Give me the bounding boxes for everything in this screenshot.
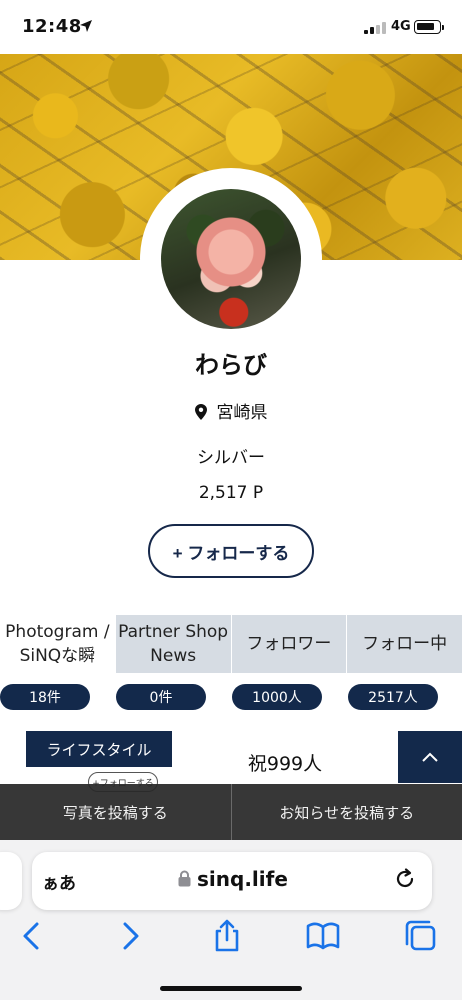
scroll-top-button[interactable]	[398, 731, 462, 783]
back-icon[interactable]	[14, 918, 50, 954]
follow-button[interactable]: + フォローする	[148, 524, 314, 578]
previous-tab-peek[interactable]	[0, 852, 22, 910]
tab-partner-shop-news[interactable]: Partner Shop News	[115, 615, 232, 673]
bookmarks-icon[interactable]	[305, 918, 341, 954]
tab-followers[interactable]: フォロワー	[231, 615, 348, 673]
tab-counts: 18件 0件 1000人 2517人	[0, 684, 462, 710]
home-indicator	[160, 986, 302, 991]
post-category-tag: ライフスタイル	[26, 731, 172, 767]
count-shop-news[interactable]: 0件	[116, 684, 206, 710]
prefecture-label: 宮崎県	[216, 403, 268, 423]
rank-label: シルバー	[197, 448, 265, 468]
count-following[interactable]: 2517人	[348, 684, 438, 710]
post-photo-button[interactable]: 写真を投稿する	[0, 784, 231, 840]
location-arrow-icon	[80, 20, 92, 32]
tabs-icon[interactable]	[403, 918, 439, 954]
forward-icon[interactable]	[112, 918, 148, 954]
share-icon[interactable]	[209, 918, 245, 954]
tab-following[interactable]: フォロー中	[347, 615, 462, 673]
count-followers[interactable]: 1000人	[232, 684, 322, 710]
profile-name: わらび	[195, 351, 267, 379]
tab-photogram[interactable]: Photogram / SiNQな瞬	[0, 615, 116, 673]
text-size-button[interactable]: ぁあ	[42, 869, 76, 894]
post-title[interactable]: 祝999人	[172, 735, 398, 789]
count-posts[interactable]: 18件	[0, 684, 90, 710]
location-row: 宮崎県	[0, 398, 462, 423]
lock-icon	[178, 870, 191, 887]
url-text: sinq.life	[197, 867, 288, 891]
reload-icon[interactable]	[393, 867, 417, 891]
post-news-button[interactable]: お知らせを投稿する	[230, 784, 462, 840]
points-label: 2,517 P	[198, 483, 264, 503]
network-label: 4G	[391, 19, 411, 34]
map-pin-icon	[194, 404, 207, 420]
post-action-bar: 写真を投稿する お知らせを投稿する	[0, 784, 462, 840]
signal-icon	[364, 22, 386, 34]
status-bar: 12:48 4G	[0, 0, 462, 54]
status-time: 12:48	[22, 16, 82, 37]
chevron-up-icon	[422, 752, 438, 762]
battery-icon	[414, 20, 444, 34]
url-display[interactable]: sinq.life	[178, 867, 288, 891]
profile-tabs: Photogram / SiNQな瞬 Partner Shop News フォロ…	[0, 615, 462, 673]
avatar[interactable]	[161, 189, 301, 329]
